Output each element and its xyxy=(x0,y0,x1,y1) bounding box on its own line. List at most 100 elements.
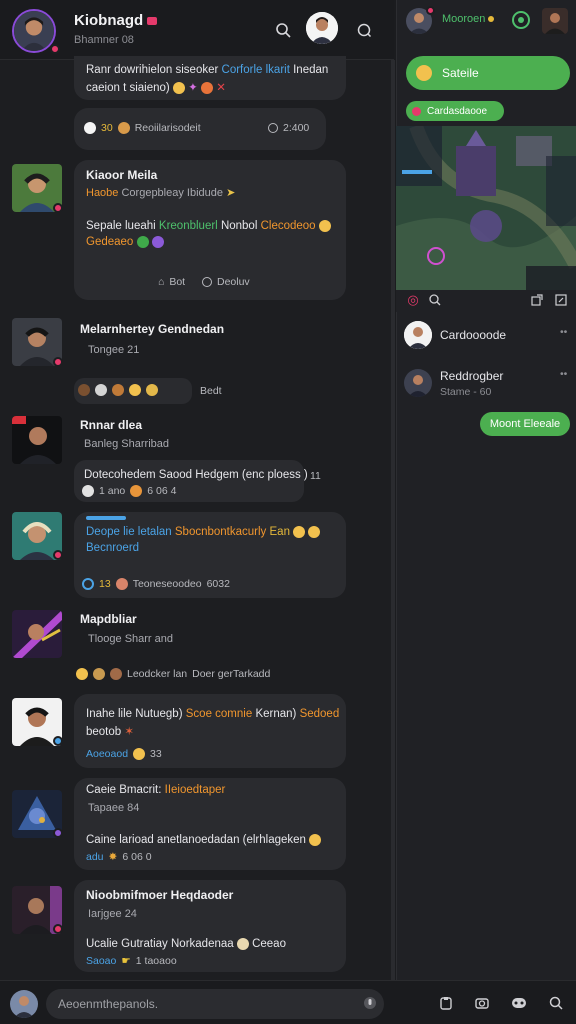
clipboard-icon[interactable] xyxy=(438,995,454,1011)
author-sub: Corgepbleay Ibidude xyxy=(121,187,224,199)
message-card-top[interactable]: Ranr dowrihielon siseoker Corforle lkari… xyxy=(74,56,346,100)
reaction-label: Saoao xyxy=(86,955,117,967)
chat-search-icon[interactable] xyxy=(354,20,374,40)
message-text: Caine larioad anetlanoedadan (elrhlageke… xyxy=(86,834,322,847)
message-text: Dotecohedem Saood Hedgem (enc ploess ) xyxy=(84,469,308,481)
mic-icon[interactable] xyxy=(362,995,378,1011)
user-avatar[interactable] xyxy=(306,12,338,44)
smile-emoji-icon xyxy=(318,220,331,232)
reaction-bar-2[interactable] xyxy=(74,378,192,404)
message-input[interactable]: Aeoenmthepanols. xyxy=(46,989,384,1019)
tag-bar xyxy=(86,516,126,520)
clock-icon xyxy=(268,123,278,133)
message-card-1[interactable]: Kiaoor Meila Haobe Corgepbleay Ibidude ➤… xyxy=(74,160,346,300)
feed-scrollbar[interactable] xyxy=(391,60,395,980)
message-text: Ucalie Gutratiay Norkadenaa Ceeao xyxy=(86,938,286,950)
author-name: Mapdbliar xyxy=(80,612,137,626)
reaction-row: 30 Reoiilarisodeit xyxy=(84,122,201,134)
message-text-line2: beotob ✶ xyxy=(86,724,134,738)
message-card-3[interactable]: Dotecohedem Saood Hedgem (enc ploess ) 1… xyxy=(74,460,308,502)
record-icon[interactable]: ◎ xyxy=(406,292,420,307)
live-indicator xyxy=(50,44,60,54)
author-name: Nioobmifmoer Heqdaoder xyxy=(86,888,234,902)
reaction-count: 30 xyxy=(101,122,113,134)
post-meta: Bedt xyxy=(200,385,222,397)
action-label: Bot xyxy=(169,276,186,288)
camera-icon[interactable] xyxy=(474,995,490,1011)
expand-icon[interactable] xyxy=(554,293,568,307)
reaction-row: Saoao ☛ 1 taoaoo xyxy=(86,955,177,967)
pill-label: Cardasdaooe xyxy=(427,105,488,117)
message-text-part: Inedan xyxy=(293,64,329,76)
smile-emoji-icon xyxy=(133,748,146,760)
time-label: 6032 xyxy=(206,578,230,590)
gamepad-icon[interactable] xyxy=(510,995,528,1011)
more-icon[interactable]: •• xyxy=(560,326,567,338)
message-highlight: Sbocnbontkacurly xyxy=(174,526,267,539)
post-action-1[interactable]: ⌂ Bot xyxy=(158,276,185,288)
share-icon[interactable] xyxy=(530,293,544,307)
message-text: Inahe lile Nutuegb) Scoe comnie Kernan) … xyxy=(86,708,339,720)
message-text-part: caeion t siaieno) xyxy=(86,82,170,94)
composer-avatar[interactable] xyxy=(10,990,38,1018)
emoji-icon xyxy=(130,485,143,497)
side-list-avatar-2[interactable] xyxy=(404,369,432,397)
emoji-icon xyxy=(151,236,164,248)
emoji-icon xyxy=(115,578,128,590)
author-name: Rnnar dlea xyxy=(80,418,143,432)
message-text: Becnroerd xyxy=(86,542,140,554)
side-user-name: Reddrogber xyxy=(440,369,504,383)
fire-emoji-icon xyxy=(201,81,213,94)
channel-title-wrap: Kiobnagd xyxy=(74,12,158,29)
author-name: Kiaoor Meila xyxy=(86,168,158,182)
post-thumbnail-3[interactable] xyxy=(12,416,62,464)
message-highlight: Kreonbluerl xyxy=(158,220,218,233)
live-tag-icon xyxy=(147,17,158,26)
smile-emoji-icon xyxy=(76,668,88,680)
notification-dot xyxy=(426,6,435,15)
reaction-label: adu xyxy=(86,851,104,863)
message-card-4[interactable]: Deope lie letalan Sbocnbontkacurly Ean B… xyxy=(74,512,346,598)
online-status-icon[interactable] xyxy=(512,11,530,29)
message-text-part: Caine larioad anetlanoedadan (elrhlageke… xyxy=(86,834,306,847)
stream-pill-button[interactable]: Sateile xyxy=(406,56,570,90)
post-thumbnail-5[interactable] xyxy=(12,610,62,658)
side-friend-avatar[interactable] xyxy=(542,8,568,34)
emoji-icon xyxy=(146,384,158,396)
message-text-part: Ranr dowrihielon siseoker xyxy=(86,64,219,76)
post-action-2[interactable]: Deoluv xyxy=(202,276,250,288)
more-icon[interactable]: •• xyxy=(560,368,567,380)
category-pill[interactable]: Cardasdaooe xyxy=(406,101,504,121)
reaction-row: Aoeoaod 33 xyxy=(86,748,162,760)
message-card-7[interactable]: Caeie Bmacrit: IIeioedtaper Tapaee 84 Ca… xyxy=(74,778,346,870)
game-stream-preview[interactable] xyxy=(396,126,576,290)
message-highlight: Corforle lkarit xyxy=(221,64,290,76)
message-card-6[interactable]: Inahe lile Nutuegb) Scoe comnie Kernan) … xyxy=(74,694,346,768)
message-header: Caeie Bmacrit: IIeioedtaper xyxy=(86,784,225,796)
side-header-label: Mooroen xyxy=(442,13,495,25)
side-list-avatar-1[interactable] xyxy=(404,321,432,349)
reaction-row: adu ✸ 6 06 0 xyxy=(86,851,152,863)
message-header: Deope lie letalan Sbocnbontkacurly Ean xyxy=(86,526,321,539)
reply-button[interactable]: Moont Eleeale xyxy=(480,412,570,436)
emoji-icon xyxy=(78,384,90,396)
ring-icon xyxy=(82,578,94,590)
face-emoji-icon xyxy=(84,122,96,134)
channel-subtitle: Bhamner 08 xyxy=(74,34,134,46)
reaction-label: Reoiilarisodeit xyxy=(134,122,201,134)
search-icon[interactable] xyxy=(273,20,293,40)
message-highlight: Clecodeoo xyxy=(260,220,316,233)
reaction-count: 6 06 0 xyxy=(122,851,152,863)
reaction-bar-top[interactable]: 30 Reoiilarisodeit 2:400 xyxy=(74,108,326,150)
search-icon[interactable] xyxy=(548,995,564,1011)
reaction-label: 1 ano xyxy=(99,485,126,497)
message-text-top-2: caeion t siaieno) ✦ ✕ xyxy=(86,80,226,94)
message-text-part: Inahe lile Nutuegb) xyxy=(86,708,183,720)
emoji-icon xyxy=(93,668,105,680)
action-label: Deoluv xyxy=(217,276,250,288)
emoji-icon xyxy=(95,384,107,396)
message-card-8[interactable]: Nioobmifmoer Heqdaoder Iarjgee 24 Ucalie… xyxy=(74,880,346,972)
message-text-part: Nonbol xyxy=(220,220,258,233)
zoom-icon[interactable] xyxy=(428,293,442,307)
sparkle-icon: ✦ xyxy=(188,82,198,94)
